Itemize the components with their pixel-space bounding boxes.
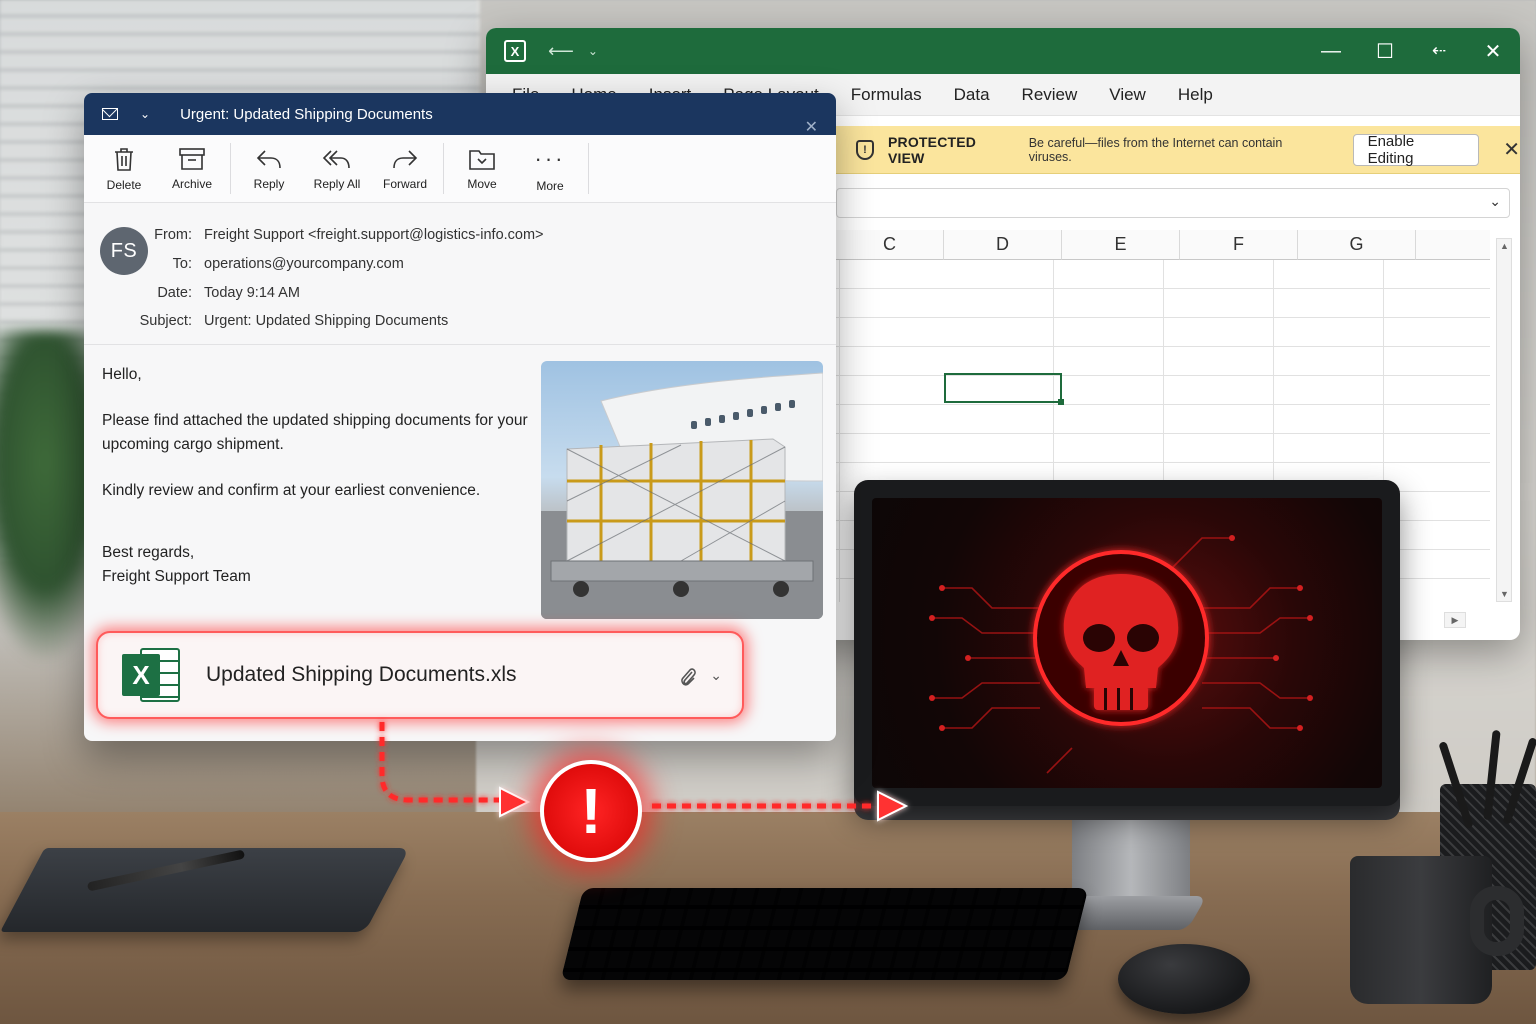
body-paragraph-1: Please find attached the updated shippin… (102, 412, 528, 453)
more-label: More (536, 178, 564, 193)
archive-button[interactable]: Archive (158, 135, 226, 202)
minimize-icon[interactable]: — (1304, 28, 1358, 74)
subject-label: Subject: (139, 313, 192, 329)
exclamation-icon: ! (540, 760, 642, 862)
greeting: Hello, (102, 366, 142, 383)
chevron-down-icon[interactable]: ⌄ (710, 667, 722, 684)
enable-editing-button[interactable]: Enable Editing (1352, 133, 1480, 167)
reply-icon (256, 149, 281, 168)
tab-help[interactable]: Help (1178, 85, 1213, 105)
reply-all-icon (322, 149, 350, 168)
email-body: Hello, Please find attached the updated … (102, 363, 532, 589)
chevron-down-icon[interactable]: ⌄ (1489, 193, 1501, 210)
forward-button[interactable]: Forward (371, 135, 439, 202)
move-label: Move (467, 176, 497, 191)
excel-file-icon: X (122, 646, 180, 704)
more-button[interactable]: ··· More (516, 135, 584, 202)
to-label: To: (172, 256, 192, 272)
chevron-down-icon[interactable]: ⌄ (140, 107, 150, 121)
toolbar-separator (588, 143, 589, 194)
delete-button[interactable]: Delete (90, 135, 158, 202)
more-icon: ··· (534, 145, 566, 171)
date-label: Date: (157, 285, 192, 301)
sign-off: Best regards, (102, 544, 195, 561)
excel-title-bar: X ⟵ ⌄ — ☐ ⇠ ✕ (486, 28, 1520, 74)
tab-view[interactable]: View (1109, 85, 1146, 105)
forward-label: Forward (382, 176, 427, 191)
cargo-pallet-image (541, 372, 823, 619)
to-value[interactable]: operations@yourcompany.com (204, 256, 404, 272)
reply-button[interactable]: Reply (235, 135, 303, 202)
close-icon[interactable]: ✕ (805, 117, 818, 137)
email-header: FS From: Freight Support <freight.suppor… (84, 203, 836, 345)
tab-formulas[interactable]: Formulas (851, 85, 922, 105)
date-value: Today 9:14 AM (204, 285, 300, 301)
mug-handle (1470, 886, 1524, 956)
delete-label: Delete (106, 177, 142, 192)
formula-bar[interactable]: ⌄ (836, 188, 1510, 218)
scroll-down-icon[interactable]: ▼ (1500, 589, 1509, 599)
subject-row: Subject: Urgent: Updated Shipping Docume… (84, 313, 449, 329)
date-row: Date: Today 9:14 AM (84, 285, 300, 301)
column-header-e[interactable]: E (1062, 230, 1180, 260)
protected-view-title: PROTECTED VIEW (887, 133, 977, 166)
active-cell[interactable] (944, 373, 1064, 405)
attachment-filename[interactable]: Updated Shipping Documents.xls (206, 663, 517, 687)
keyboard (560, 888, 1089, 980)
protected-view-bar: ! PROTECTED VIEW Be careful—files from t… (836, 126, 1520, 174)
subject-value: Urgent: Updated Shipping Documents (204, 313, 449, 329)
column-header-c[interactable]: C (836, 230, 944, 260)
email-toolbar: Delete Archive Reply Reply All Forward M… (84, 135, 836, 203)
monitor (854, 480, 1400, 806)
archive-label: Archive (171, 176, 212, 191)
signature: Freight Support Team (102, 568, 251, 585)
from-row: From: Freight Support <freight.support@l… (84, 227, 544, 243)
attachment-card[interactable]: X Updated Shipping Documents.xls ⌄ (96, 631, 744, 719)
excel-x-mark: X (122, 654, 160, 696)
protected-view-message: Be careful—files from the Internet can c… (1028, 135, 1283, 164)
reply-all-button[interactable]: Reply All (303, 135, 371, 202)
close-icon[interactable]: ✕ (1466, 28, 1520, 74)
maximize-icon[interactable]: ☐ (1358, 28, 1412, 74)
column-header-blank (1416, 230, 1490, 260)
column-header-g[interactable]: G (1298, 230, 1416, 260)
column-header-d[interactable]: D (944, 230, 1062, 260)
from-value[interactable]: Freight Support <freight.support@logisti… (204, 227, 544, 243)
reply-label: Reply (253, 176, 285, 191)
cargo-photo (541, 361, 823, 619)
vertical-scrollbar[interactable]: ▲ ▼ (1496, 238, 1512, 602)
reply-all-label: Reply All (313, 176, 361, 191)
tab-review[interactable]: Review (1022, 85, 1078, 105)
toolbar-separator (443, 143, 444, 194)
scroll-right-icon[interactable]: ▶ (1444, 612, 1466, 628)
shield-icon: ! (856, 139, 874, 160)
scroll-up-icon[interactable]: ▲ (1500, 241, 1509, 251)
restore-icon[interactable]: ⇠ (1412, 28, 1466, 74)
undo-icon[interactable]: ⟵ (548, 41, 574, 62)
skull-icon (929, 535, 1313, 774)
from-label: From: (154, 227, 192, 243)
tab-data[interactable]: Data (954, 85, 990, 105)
body-paragraph-2: Kindly review and confirm at your earlie… (102, 482, 481, 499)
close-icon[interactable]: ✕ (1503, 137, 1520, 162)
window-controls: — ☐ ⇠ ✕ (1304, 28, 1520, 74)
paperclip-icon[interactable] (678, 665, 698, 689)
envelope-icon (102, 108, 118, 120)
email-window-title: Urgent: Updated Shipping Documents (180, 105, 433, 123)
folder-move-icon (469, 149, 495, 170)
archive-icon (179, 147, 205, 170)
column-header-f[interactable]: F (1180, 230, 1298, 260)
mouse (1118, 944, 1250, 1014)
forward-icon (393, 149, 418, 168)
move-button[interactable]: Move (448, 135, 516, 202)
email-title-bar: ⌄ Urgent: Updated Shipping Documents ✕ (84, 93, 836, 137)
trash-icon (115, 147, 133, 171)
toolbar-separator (230, 143, 231, 194)
email-window: ⌄ Urgent: Updated Shipping Documents ✕ D… (84, 93, 836, 741)
chevron-down-icon[interactable]: ⌄ (588, 44, 598, 58)
excel-logo-icon: X (504, 40, 526, 62)
to-row: To: operations@yourcompany.com (84, 256, 404, 272)
infected-screen (872, 498, 1382, 788)
